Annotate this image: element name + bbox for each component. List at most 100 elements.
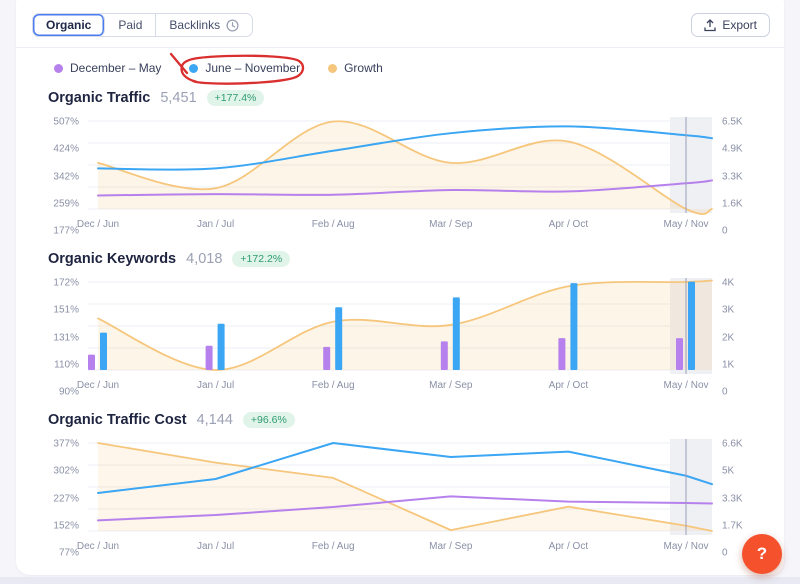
x-tick-label: Dec / Jun: [76, 380, 120, 391]
y-tick-label: 424%: [53, 143, 79, 155]
chart-canvas: [88, 117, 713, 215]
orange-dot-icon: [328, 63, 338, 73]
y-tick-label: 227%: [53, 493, 79, 504]
y-tick-label: 6.6K: [722, 438, 743, 450]
chart-canvas: [88, 278, 713, 374]
y-tick-label: 507%: [53, 116, 79, 128]
x-tick-label: Feb / Aug: [311, 219, 355, 230]
tab-backlinks[interactable]: Backlinks: [156, 14, 252, 36]
x-tick-label: Apr / Oct: [548, 380, 589, 391]
blue-dot-icon: [189, 63, 199, 73]
legend-label: Growth: [344, 61, 383, 75]
x-axis: Dec / Jun Jan / Jul Feb / Aug Mar / Sep Apr …: [77, 216, 712, 236]
x-tick-label: Jan / Jul: [196, 380, 235, 391]
tab-paid[interactable]: Paid: [105, 14, 157, 36]
y-tick-label: 3.3K: [722, 493, 743, 504]
x-tick-label: Apr / Oct: [548, 219, 589, 230]
section-title: Organic Traffic Cost: [48, 412, 187, 428]
y-tick-label: 4K: [722, 277, 735, 289]
section-header: Organic Traffic Cost 4,144 +96.6%: [48, 412, 768, 428]
export-button-label: Export: [722, 18, 757, 32]
right-axis: 6.5K 4.9K 3.3K 1.6K 0: [712, 116, 768, 237]
y-tick-label: 3.3K: [722, 171, 743, 182]
x-tick-label: May / Nov: [663, 541, 709, 552]
growth-badge: +96.6%: [242, 412, 295, 428]
plot-area: Dec / Jun Jan / Jul Feb / Aug Mar / Sep Apr …: [77, 439, 713, 558]
y-tick-label: 342%: [53, 171, 79, 182]
legend-item-december-may[interactable]: December – May: [54, 61, 161, 75]
x-tick-label: May / Nov: [663, 219, 709, 230]
organic-traffic-cost-section: Organic Traffic Cost 4,144 +96.6% 377% 30…: [32, 412, 768, 559]
tab-organic[interactable]: Organic: [33, 14, 106, 36]
x-tick-label: Feb / Aug: [311, 541, 355, 552]
section-value: 4,144: [196, 412, 233, 428]
y-tick-label: 6.5K: [722, 116, 743, 128]
page-bottom-strip: [0, 577, 800, 584]
dashboard-card: Organic Paid Backlinks Export December –…: [16, 0, 784, 575]
organic-traffic-cost-chart: 377% 302% 227% 152% 77% Dec / Jun Jan / Jul Fe…: [32, 438, 768, 559]
y-tick-label: 377%: [53, 438, 79, 450]
y-tick-label: 1K: [722, 359, 735, 371]
plot-area: Dec / Jun Jan / Jul Feb / Aug Mar / Sep Apr …: [77, 278, 713, 397]
y-tick-label: 2K: [722, 332, 735, 343]
section-value: 4,018: [186, 251, 223, 267]
section-title: Organic Keywords: [48, 251, 177, 267]
purple-dot-icon: [54, 63, 63, 73]
clock-badge-icon: [226, 18, 239, 32]
export-button[interactable]: Export: [691, 13, 770, 37]
right-axis: 4K 3K 2K 1K 0: [712, 277, 768, 398]
y-tick-label: 1.7K: [722, 520, 743, 532]
y-tick-label: 0: [722, 225, 728, 237]
export-upload-icon: [704, 18, 716, 31]
tab-backlinks-label: Backlinks: [169, 18, 221, 32]
tab-organic-label: Organic: [46, 18, 92, 32]
x-tick-label: Mar / Sep: [429, 219, 473, 230]
y-tick-label: 131%: [53, 332, 79, 343]
y-tick-label: 0: [722, 547, 728, 559]
growth-badge: +172.2%: [232, 251, 291, 267]
organic-keywords-chart: 172% 151% 131% 110% 90% Dec / Jun Jan / Jul Fe…: [32, 277, 768, 398]
legend-item-growth[interactable]: Growth: [328, 61, 383, 75]
chart-sections: Organic Traffic 5,451 +177.4% 507% 424% 34…: [16, 90, 784, 559]
help-button-label: ?: [756, 544, 768, 563]
section-header: Organic Traffic 5,451 +177.4%: [48, 90, 768, 106]
y-tick-label: 110%: [54, 359, 79, 371]
section-header: Organic Keywords 4,018 +172.2%: [48, 251, 768, 267]
chart-legend: December – May June – November Growth: [16, 48, 784, 85]
x-tick-label: Feb / Aug: [311, 380, 355, 391]
legend-label: December – May: [70, 61, 162, 75]
y-tick-label: 0: [722, 386, 728, 398]
x-tick-label: Dec / Jun: [76, 541, 120, 552]
x-tick-label: Mar / Sep: [429, 380, 473, 391]
x-tick-label: Jan / Jul: [196, 219, 235, 230]
organic-keywords-section: Organic Keywords 4,018 +172.2% 172% 151% 1…: [32, 251, 768, 398]
y-tick-label: 1.6K: [722, 198, 743, 210]
toolbar: Organic Paid Backlinks Export: [16, 0, 784, 48]
tab-paid-label: Paid: [118, 18, 143, 32]
plot-area: Dec / Jun Jan / Jul Feb / Aug Mar / Sep Apr …: [77, 117, 713, 236]
y-tick-label: 152%: [53, 520, 79, 532]
y-tick-label: 177%: [53, 225, 79, 237]
y-tick-label: 4.9K: [722, 143, 743, 155]
report-tab-group: Organic Paid Backlinks: [32, 13, 254, 37]
y-tick-label: 3K: [722, 304, 735, 316]
x-tick-label: Apr / Oct: [548, 541, 589, 552]
section-title: Organic Traffic: [48, 90, 151, 106]
help-button[interactable]: ?: [742, 534, 782, 574]
x-tick-label: Dec / Jun: [76, 219, 120, 230]
organic-traffic-section: Organic Traffic 5,451 +177.4% 507% 424% 34…: [32, 90, 768, 237]
legend-item-june-november[interactable]: June – November: [170, 52, 305, 85]
y-tick-label: 172%: [53, 277, 79, 289]
x-axis: Dec / Jun Jan / Jul Feb / Aug Mar / Sep Apr …: [77, 538, 712, 558]
growth-badge: +177.4%: [206, 90, 265, 106]
y-tick-label: 302%: [53, 465, 79, 477]
y-tick-label: 151%: [53, 304, 79, 316]
section-value: 5,451: [160, 90, 197, 106]
x-tick-label: Jan / Jul: [196, 541, 235, 552]
organic-traffic-chart: 507% 424% 342% 259% 177% Dec / Jun Jan / Jul F…: [32, 116, 768, 237]
x-tick-label: Mar / Sep: [429, 541, 473, 552]
chart-canvas: [88, 439, 713, 535]
y-tick-label: 259%: [53, 198, 79, 210]
x-tick-label: May / Nov: [663, 380, 709, 391]
y-tick-label: 5K: [722, 465, 735, 477]
